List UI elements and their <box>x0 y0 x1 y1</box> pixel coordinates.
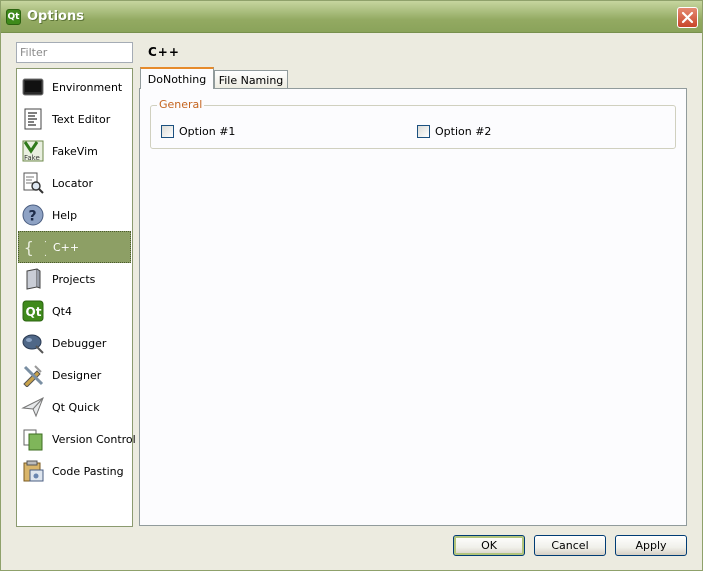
category-item-code-pasting[interactable]: Code Pasting <box>18 455 131 487</box>
app-icon-text: Qt <box>7 12 20 22</box>
version-control-icon <box>21 427 45 451</box>
braces-icon: { } <box>22 235 46 259</box>
general-group-box: General Option #1 Option #2 <box>150 98 676 149</box>
window-title: Options <box>27 9 84 24</box>
monitor-icon <box>21 75 45 99</box>
apply-button[interactable]: Apply <box>615 535 687 556</box>
svg-text:?: ? <box>29 209 37 225</box>
category-label: Qt Quick <box>52 400 100 414</box>
svg-text:{ }: { } <box>24 238 46 257</box>
category-label: Debugger <box>52 336 107 350</box>
option-2-checkbox-row[interactable]: Option #2 <box>417 125 491 138</box>
bug-icon <box>21 331 45 355</box>
tab-donothing[interactable]: DoNothing <box>140 67 214 89</box>
fakevim-icon: Fake <box>21 139 45 163</box>
svg-text:Fake: Fake <box>24 154 40 162</box>
option-2-checkbox[interactable] <box>417 125 430 138</box>
category-item-cpp[interactable]: { } C++ <box>18 231 131 263</box>
tab-pane: General Option #1 Option #2 <box>139 88 687 526</box>
category-item-designer[interactable]: Designer <box>18 359 131 391</box>
clipboard-icon <box>21 459 45 483</box>
category-label: Qt4 <box>52 304 72 318</box>
category-item-qt4[interactable]: Qt Qt4 <box>18 295 131 327</box>
question-icon: ? <box>21 203 45 227</box>
category-label: Help <box>52 208 78 222</box>
group-title: General <box>157 98 205 111</box>
tab-label: File Naming <box>218 73 284 87</box>
category-item-locator[interactable]: Locator <box>18 167 131 199</box>
tab-file-naming[interactable]: File Naming <box>214 70 288 89</box>
text-document-icon <box>21 107 45 131</box>
qt-app-icon: Qt <box>6 9 21 25</box>
category-label: Text Editor <box>52 112 111 126</box>
category-label: Version Control <box>52 432 136 446</box>
category-item-version-control[interactable]: Version Control <box>18 423 136 455</box>
category-item-debugger[interactable]: Debugger <box>18 327 131 359</box>
category-label: FakeVim <box>52 144 98 158</box>
title-bar[interactable]: Qt Options <box>1 1 702 33</box>
option-1-label: Option #1 <box>179 125 236 138</box>
category-item-help[interactable]: ? Help <box>18 199 131 231</box>
options-dialog: Qt Options Environment Text Editor Fake <box>0 0 703 571</box>
qt-icon: Qt <box>21 299 45 323</box>
category-list: Environment Text Editor Fake FakeVim Loc… <box>16 68 136 527</box>
svg-text:Qt: Qt <box>26 305 42 319</box>
option-1-checkbox[interactable] <box>161 125 174 138</box>
paper-plane-icon <box>21 395 45 419</box>
category-item-qt-quick[interactable]: Qt Quick <box>18 391 131 423</box>
category-label: Code Pasting <box>52 464 124 478</box>
category-label: Projects <box>52 272 96 286</box>
ok-button[interactable]: OK <box>453 535 525 556</box>
category-label: Designer <box>52 368 102 382</box>
page-title: C++ <box>148 45 180 59</box>
category-label: Locator <box>52 176 94 190</box>
tab-label: DoNothing <box>147 72 207 86</box>
close-button[interactable] <box>677 7 698 28</box>
category-label: C++ <box>53 240 80 254</box>
close-icon <box>681 11 694 24</box>
filter-input[interactable] <box>16 42 133 63</box>
category-item-environment[interactable]: Environment <box>18 71 131 103</box>
category-label: Environment <box>52 80 123 94</box>
cancel-button[interactable]: Cancel <box>534 535 606 556</box>
option-1-checkbox-row[interactable]: Option #1 <box>161 125 235 138</box>
pencil-ruler-icon <box>21 363 45 387</box>
category-item-fakevim[interactable]: Fake FakeVim <box>18 135 131 167</box>
category-item-text-editor[interactable]: Text Editor <box>18 103 131 135</box>
option-2-label: Option #2 <box>435 125 492 138</box>
magnifier-document-icon <box>21 171 45 195</box>
projects-icon <box>21 267 45 291</box>
category-item-projects[interactable]: Projects <box>18 263 131 295</box>
